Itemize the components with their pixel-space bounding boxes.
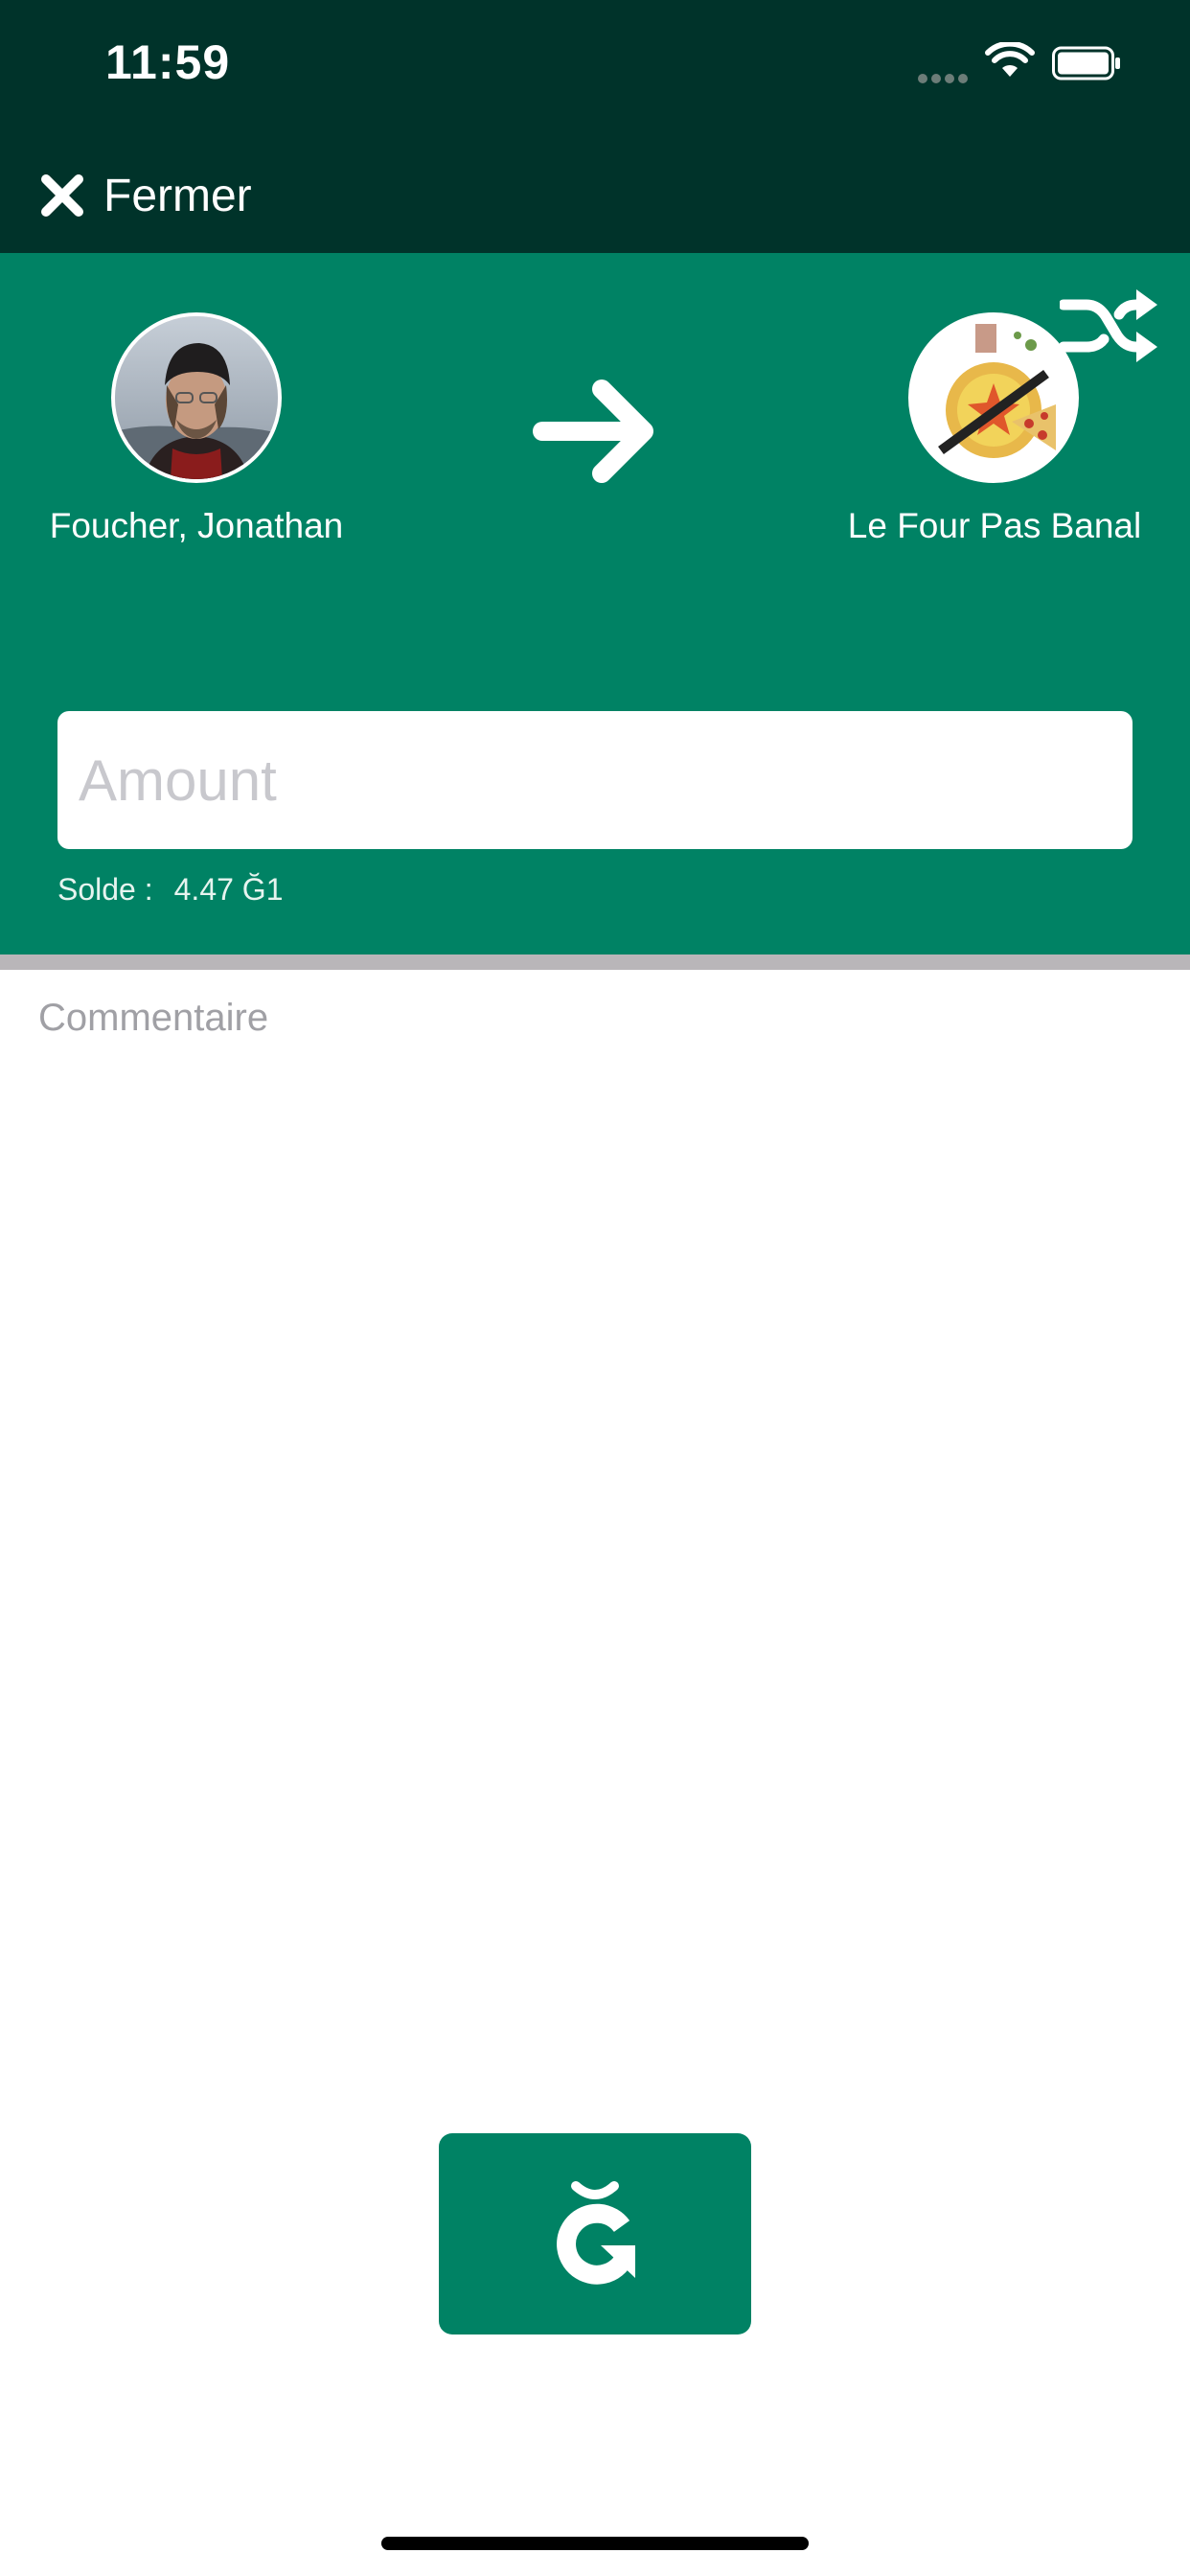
comment-field[interactable] [38, 997, 1150, 1380]
battery-icon [1052, 46, 1120, 80]
balance-label: Solde : [57, 872, 153, 907]
sender-name: Foucher, Jonathan [49, 506, 344, 545]
status-time: 11:59 [105, 35, 231, 89]
shuffle-icon[interactable] [1060, 288, 1159, 366]
close-label: Fermer [103, 170, 252, 221]
transfer-header: Foucher, Jonathan Le Four Pas Banal Amou… [0, 253, 1190, 954]
sender-avatar [111, 312, 282, 483]
send-payment-screen: 11:59 Fermer Foucher, Jonathan Le Four P… [0, 0, 1190, 2576]
wifi-icon [985, 42, 1035, 77]
close-button[interactable]: Fermer [38, 169, 252, 222]
g1-currency-icon [557, 2181, 635, 2285]
balance-value: 4.47 Ğ1 [173, 872, 284, 907]
send-button[interactable] [439, 2133, 751, 2334]
cellular-signal-icon [918, 71, 973, 83]
home-indicator [381, 2537, 809, 2550]
section-divider [0, 954, 1190, 970]
close-x-icon [41, 174, 83, 217]
recipient-name: Le Four Pas Banal [847, 506, 1142, 545]
recipient-avatar [908, 312, 1079, 483]
top-bar: 11:59 Fermer [0, 0, 1190, 253]
balance-line: Solde : 4.47 Ğ1 [57, 872, 283, 908]
arrow-right-icon [533, 380, 653, 483]
amount-input[interactable] [57, 711, 1133, 849]
